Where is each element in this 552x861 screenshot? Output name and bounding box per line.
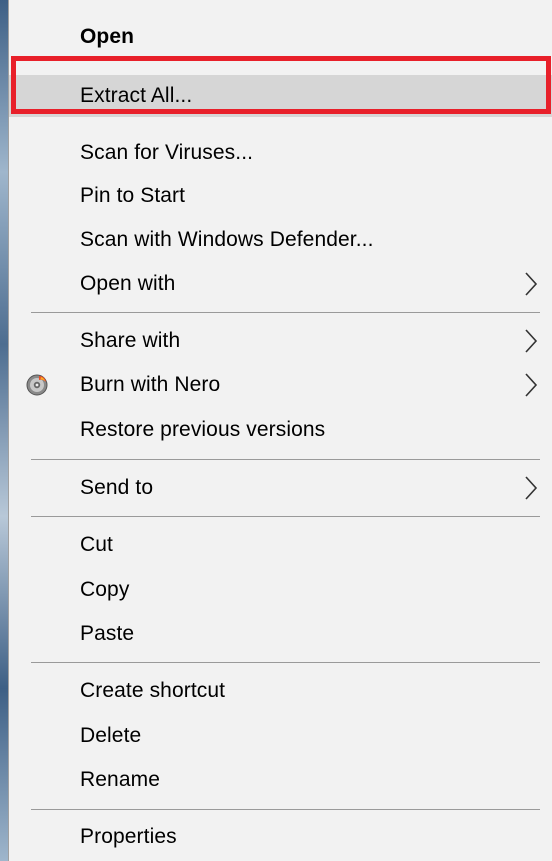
menu-item-label: Rename — [80, 768, 160, 791]
menu-item-label: Create shortcut — [80, 679, 226, 702]
menu-item-copy[interactable]: Copy — [9, 569, 552, 611]
menu-item-create-shortcut[interactable]: Create shortcut — [9, 670, 552, 712]
menu-item-extract-all[interactable]: Extract All... — [9, 75, 552, 117]
menu-item-scan-for-viruses[interactable]: Scan for Viruses... — [9, 132, 552, 174]
menu-item-delete[interactable]: Delete — [9, 715, 552, 757]
desktop-background: Open Extract All... Scan for Viruses... … — [0, 0, 552, 861]
menu-separator — [31, 809, 540, 810]
menu-item-label: Share with — [80, 329, 181, 352]
window-edge — [0, 0, 8, 861]
menu-item-label: Scan for Viruses... — [80, 141, 254, 164]
menu-item-label: Copy — [80, 578, 130, 601]
menu-item-rename[interactable]: Rename — [9, 759, 552, 801]
menu-separator — [31, 662, 540, 663]
chevron-right-icon — [525, 373, 538, 397]
menu-item-scan-with-defender[interactable]: Scan with Windows Defender... — [9, 219, 552, 261]
menu-separator — [31, 516, 540, 517]
chevron-right-icon — [525, 272, 538, 296]
menu-item-share-with[interactable]: Share with — [9, 320, 552, 362]
menu-item-label: Delete — [80, 724, 142, 747]
menu-separator — [31, 312, 540, 313]
menu-item-restore-previous-versions[interactable]: Restore previous versions — [9, 409, 552, 451]
chevron-right-icon — [525, 329, 538, 353]
menu-item-label: Cut — [80, 533, 113, 556]
menu-item-label: Properties — [80, 825, 177, 848]
menu-item-label: Restore previous versions — [80, 418, 326, 441]
nero-disc-icon — [26, 374, 48, 396]
menu-item-label: Extract All... — [80, 84, 193, 107]
menu-item-label: Open — [80, 25, 135, 48]
menu-item-label: Paste — [80, 622, 135, 645]
menu-item-burn-with-nero[interactable]: Burn with Nero — [9, 364, 552, 406]
menu-item-label: Send to — [80, 476, 154, 499]
context-menu: Open Extract All... Scan for Viruses... … — [8, 0, 552, 861]
menu-item-label: Scan with Windows Defender... — [80, 228, 374, 251]
menu-item-open-with[interactable]: Open with — [9, 263, 552, 305]
menu-item-send-to[interactable]: Send to — [9, 467, 552, 509]
menu-item-paste[interactable]: Paste — [9, 613, 552, 655]
menu-item-label: Pin to Start — [80, 184, 186, 207]
menu-item-pin-to-start[interactable]: Pin to Start — [9, 175, 552, 217]
menu-item-open[interactable]: Open — [9, 16, 552, 58]
chevron-right-icon — [525, 476, 538, 500]
menu-item-cut[interactable]: Cut — [9, 524, 552, 566]
menu-item-label: Open with — [80, 272, 176, 295]
menu-separator — [31, 459, 540, 460]
menu-item-label: Burn with Nero — [80, 373, 221, 396]
menu-item-properties[interactable]: Properties — [9, 816, 552, 858]
